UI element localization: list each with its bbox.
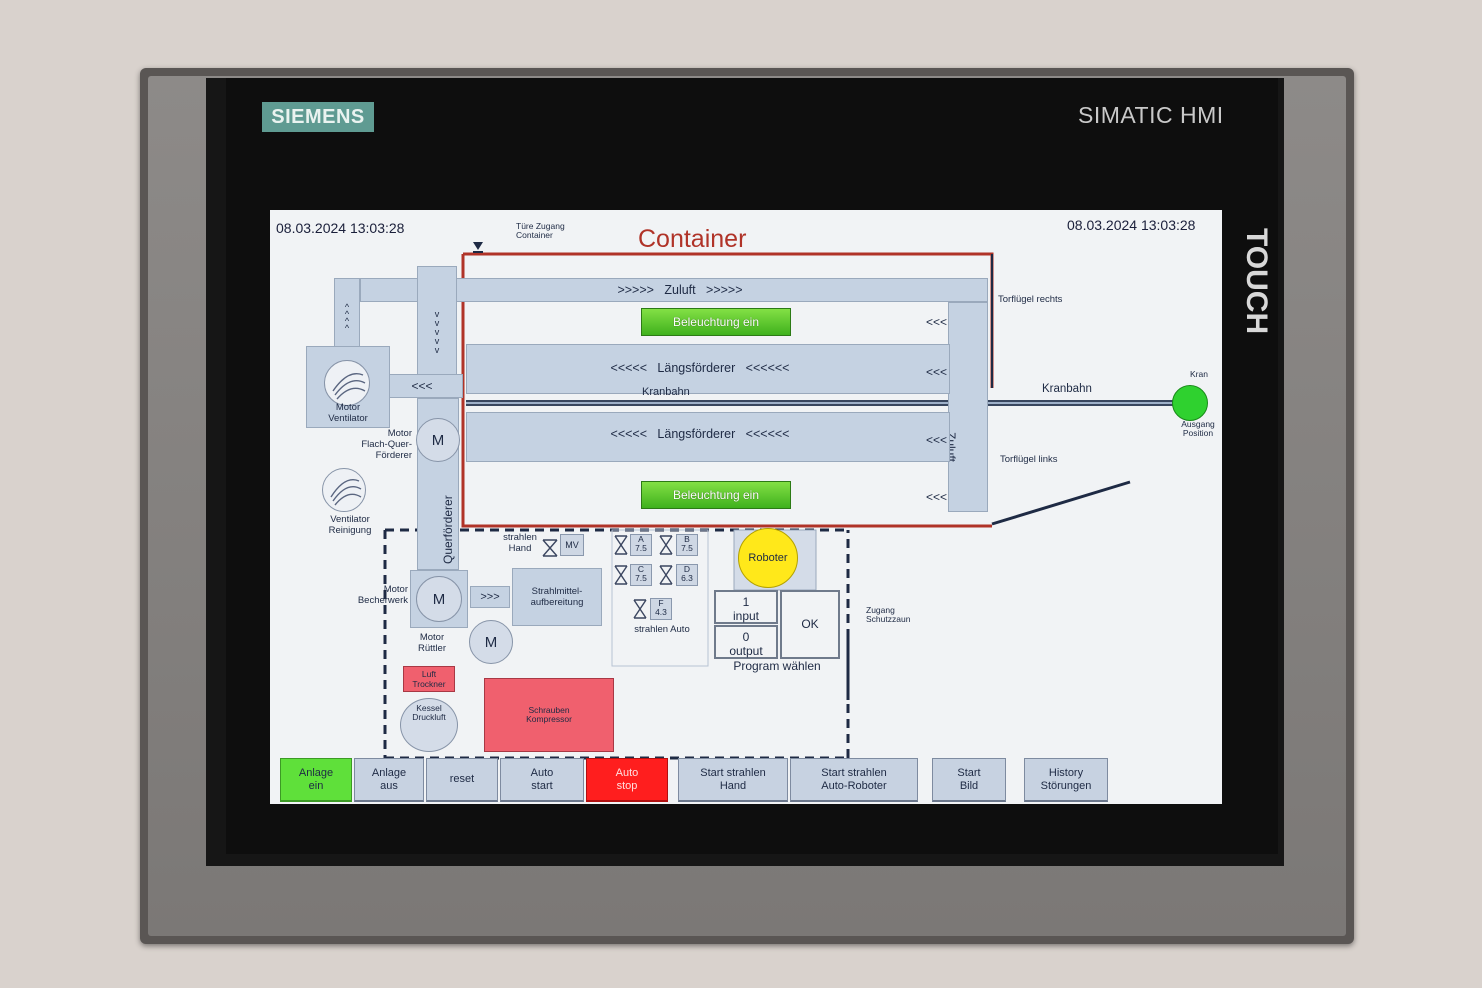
siemens-logo: SIEMENS <box>262 102 374 132</box>
datetime-left: 08.03.2024 13:03:28 <box>276 220 405 236</box>
touch-label: TOUCH <box>1240 227 1273 335</box>
arrows-up: ^ ^ ^ ^ <box>344 302 350 333</box>
arrows-down: v v v v v <box>434 309 440 355</box>
nozzle-c[interactable]: C 7.5 <box>630 564 652 586</box>
door-access-label: Türe Zugang Container <box>516 221 565 240</box>
laengsfoerderer-upper-label: <<<<< Längsförderer <<<<<< <box>610 361 790 375</box>
door-access-marker <box>473 242 483 250</box>
nozzle-f[interactable]: F 4.3 <box>650 598 672 620</box>
arrows-right-4: <<< <box>926 490 948 504</box>
nozzle-b[interactable]: B 7.5 <box>676 534 698 556</box>
cross-duct-arrows: <<< <box>411 379 433 393</box>
zuluft-label: >>>>> Zuluft >>>>> <box>617 283 743 297</box>
kran-position-indicator <box>1172 385 1208 421</box>
start-strahlen-hand-button[interactable]: Start strahlen Hand <box>678 758 788 802</box>
simatic-hmi-label: SIMATIC HMI <box>1078 102 1224 128</box>
motor-flach-quer-icon: M <box>416 418 460 462</box>
querfoerderer-label: Querförderer <box>441 495 455 564</box>
start-bild-button[interactable]: Start Bild <box>932 758 1006 802</box>
schrauben-kompressor-label: Schrauben Kompressor <box>526 705 572 724</box>
nozzle-a[interactable]: A 7.5 <box>630 534 652 556</box>
nozzle-d[interactable]: D 6.3 <box>676 564 698 586</box>
datetime-right: 08.03.2024 13:03:28 <box>1067 217 1196 233</box>
ventilator-reinigung-label: Ventilator Reinigung <box>328 514 372 536</box>
history-stoerungen-button[interactable]: History Störungen <box>1024 758 1108 802</box>
fan-icon <box>324 360 370 406</box>
anlage-aus-button[interactable]: Anlage aus <box>354 758 424 802</box>
arrows-right-2: <<< <box>926 365 948 379</box>
arrows-strahlmittel: >>> <box>480 591 500 603</box>
anlage-ein-button[interactable]: Anlage ein <box>280 758 352 802</box>
arrows-right-3: <<< <box>926 433 948 447</box>
program-ok-button[interactable]: OK <box>780 590 840 659</box>
luft-trockner: Luft Trockner <box>403 666 455 692</box>
start-strahlen-auto-roboter-button[interactable]: Start strahlen Auto-Roboter <box>790 758 918 802</box>
kran-position-label: Ausgang Position <box>1181 419 1215 438</box>
auto-start-button[interactable]: Auto start <box>500 758 584 802</box>
kranbahn-outer-label: Kranbahn <box>1042 383 1092 395</box>
beleuchtung-ein-button-upper[interactable]: Beleuchtung ein <box>641 308 791 336</box>
mv-valve[interactable]: MV <box>560 534 584 556</box>
zuluft-side-duct <box>948 302 988 512</box>
torfluegel-rechts-label: Torflügel rechts <box>998 294 1063 305</box>
zugang-schutzzaun-label: Zugang Schutzzaun <box>866 605 911 624</box>
program-waehlen-label: Program wählen <box>733 659 821 673</box>
kran-label: Kran <box>1190 369 1208 379</box>
ventilator-reinigung-icon <box>322 468 366 512</box>
kranbahn-inner-label: Kranbahn <box>642 386 690 398</box>
hmi-screen: 08.03.2024 13:03:28 08.03.2024 13:03:28 … <box>270 210 1222 804</box>
roboter-status-indicator: Roboter <box>738 528 798 588</box>
program-output-field: 0 output <box>714 625 778 659</box>
motor-ventilator-label: Motor Ventilator <box>328 402 368 424</box>
program-input-field[interactable]: 1 input <box>714 590 778 624</box>
motor-becherwerk-label: Motor Becherwerk <box>357 584 408 606</box>
auto-stop-button[interactable]: Auto stop <box>586 758 668 802</box>
strahlmittelaufbereitung-label: Strahlmittel- aufbereitung <box>530 586 584 608</box>
motor-becherwerk-icon: M <box>416 576 462 622</box>
beleuchtung-ein-button-lower[interactable]: Beleuchtung ein <box>641 481 791 509</box>
laengsfoerderer-lower-label: <<<<< Längsförderer <<<<<< <box>610 427 790 441</box>
motor-flach-quer-label: Motor Flach-Quer- Förderer <box>361 428 412 461</box>
strahlen-auto-label: strahlen Auto <box>634 624 690 635</box>
container-title: Container <box>638 225 747 253</box>
kessel-druckluft-label: Kessel Druckluft <box>412 703 446 722</box>
door-left <box>991 480 1131 526</box>
arrows-right-1: <<< <box>926 315 948 329</box>
reset-button[interactable]: reset <box>426 758 498 802</box>
motor-ruettler-icon: M <box>469 620 513 664</box>
strahlen-hand-label: strahlen Hand <box>503 532 537 554</box>
torfluegel-links-label: Torflügel links <box>1000 454 1058 465</box>
motor-ruettler-label: Motor Rüttler <box>418 632 446 654</box>
